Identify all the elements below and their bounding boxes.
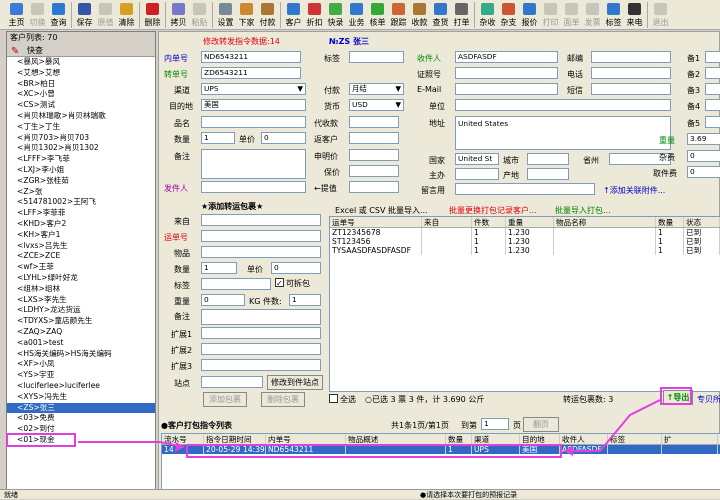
annotation-arrows xyxy=(78,399,661,456)
status-bar: 就绪 ●请选择本次要打包的预报记录 xyxy=(0,489,720,499)
